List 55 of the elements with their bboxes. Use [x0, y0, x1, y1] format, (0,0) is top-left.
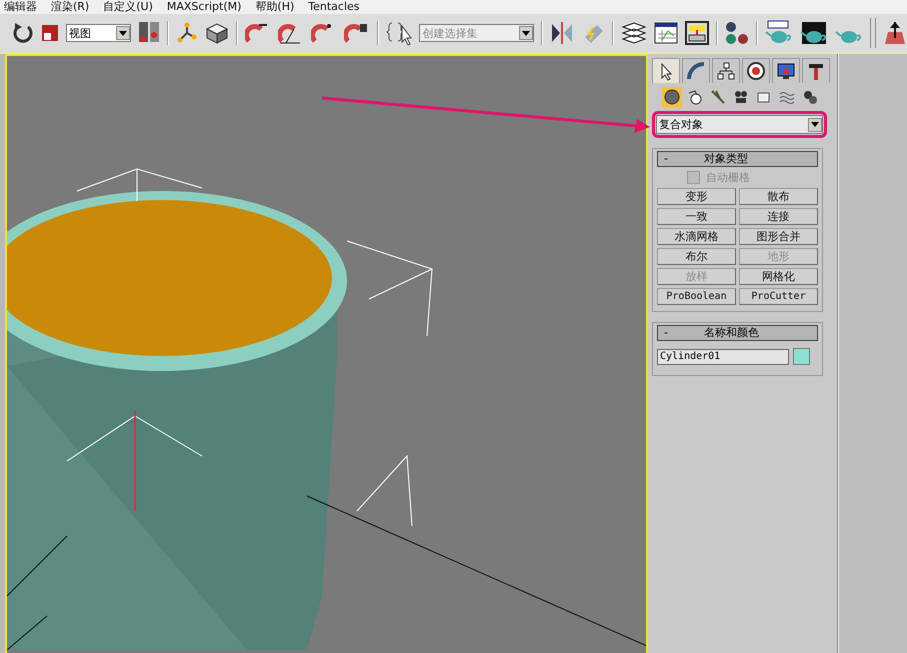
menu-item[interactable]: Tentacles: [308, 0, 360, 14]
braces-cursor-icon[interactable]: [386, 20, 412, 46]
object-type-button[interactable]: 散布: [739, 188, 818, 205]
camera-icon: [733, 89, 749, 105]
redo-icon[interactable]: [12, 21, 34, 45]
teapot-icon[interactable]: [800, 20, 828, 46]
wave-icon: [779, 89, 795, 105]
box-icon[interactable]: [205, 22, 230, 44]
object-type-button[interactable]: 连接: [739, 208, 818, 225]
mirror-icon[interactable]: [550, 21, 574, 45]
object-type-button[interactable]: 布尔: [657, 248, 736, 265]
shape-icon: [687, 89, 703, 105]
menu-item[interactable]: 编辑器: [4, 0, 37, 14]
curve-editor-icon[interactable]: [654, 22, 678, 44]
view-dropdown[interactable]: 视图: [66, 24, 132, 42]
teapot-icon[interactable]: [765, 20, 794, 46]
caret-icon: [119, 30, 128, 36]
object-type-button[interactable]: 水滴网格: [657, 228, 736, 245]
caret-icon: [522, 30, 530, 36]
monitor-icon: [776, 61, 796, 81]
autogrid-label: 自动栅格: [706, 170, 750, 185]
object-type-button[interactable]: 变形: [657, 188, 736, 205]
object-category-dropdown[interactable]: 复合对象: [656, 115, 823, 134]
command-tab[interactable]: [652, 58, 680, 83]
command-tab[interactable]: [712, 58, 740, 83]
menu-item[interactable]: MAXScript(M): [166, 0, 242, 14]
color-swatch[interactable]: [793, 348, 810, 365]
object-type-button[interactable]: ProBoolean: [657, 288, 736, 305]
object-type-button[interactable]: 网格化: [739, 268, 818, 285]
caret-icon: [811, 122, 819, 127]
command-tab[interactable]: [802, 58, 830, 83]
render-buttons-icon[interactable]: [138, 21, 160, 45]
command-tab[interactable]: [772, 58, 800, 83]
schematic-icon[interactable]: [685, 21, 710, 45]
wheel-icon: [746, 61, 766, 81]
square-icon[interactable]: [41, 24, 59, 42]
pivot-icon[interactable]: [176, 22, 198, 44]
material-spheres-icon[interactable]: [725, 21, 750, 45]
object-type-button[interactable]: 图形合并: [739, 228, 818, 245]
arc-icon: [686, 61, 706, 81]
sphere-icon: [664, 89, 680, 105]
hierarchy-icon: [716, 61, 736, 81]
object-type-button[interactable]: ProCutter: [739, 288, 818, 305]
upload-icon[interactable]: [882, 20, 907, 46]
name-field[interactable]: Cylinder01: [657, 348, 789, 364]
menu-item[interactable]: 帮助(H): [255, 0, 294, 14]
rollout-header[interactable]: - 对象类型: [657, 151, 818, 167]
command-tab[interactable]: [742, 58, 770, 83]
hammer-icon: [806, 61, 826, 81]
rollout-header[interactable]: - 名称和颜色: [657, 325, 818, 341]
object-type-button[interactable]: 一致: [657, 208, 736, 225]
category-button[interactable]: [662, 87, 682, 107]
menu-item[interactable]: 渲染(R): [51, 0, 90, 14]
layers-icon[interactable]: [621, 22, 648, 44]
menu-item[interactable]: 自定义(U): [103, 0, 153, 14]
